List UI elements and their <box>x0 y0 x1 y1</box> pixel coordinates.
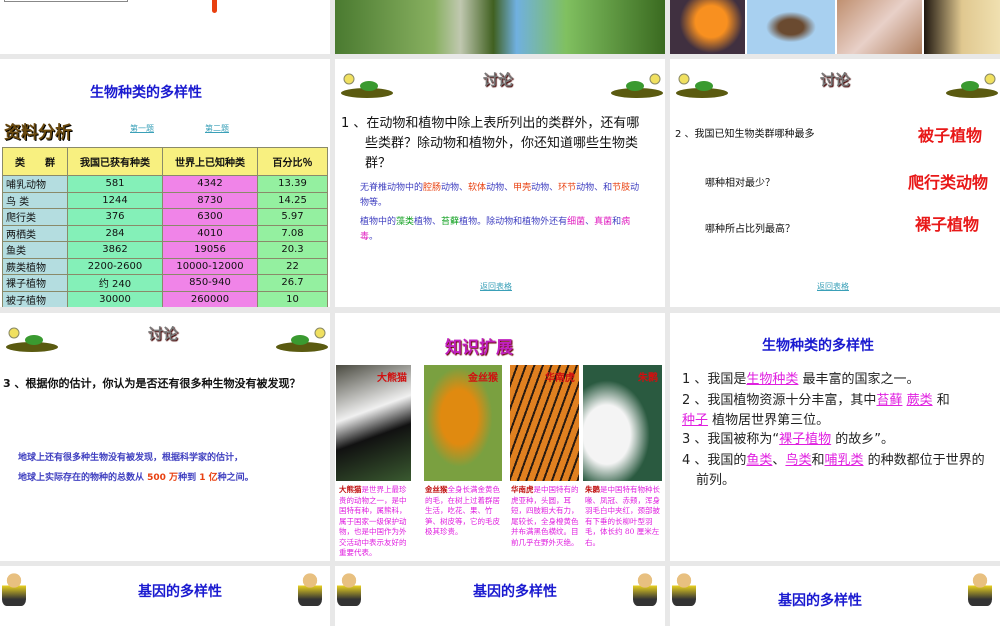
slide-thumbnail[interactable]: 知识扩展 大熊猫 金丝猴 华南虎 朱鹮 大熊猫是世界上最珍贵的动物之一，是中国特… <box>335 313 665 561</box>
animal-description: 朱鹮是中国特有物种长喙、凤冠、赤颊，浑身羽毛白中夹红，颈部披有下垂的长柳叶型羽毛… <box>585 485 660 547</box>
cartoon-cat-icon <box>968 572 992 606</box>
slide-title: 基因的多样性 <box>778 593 862 609</box>
animal-description: 大熊猫是世界上最珍贵的动物之一，是中国特有种，属熊科，属于国家一级保护动物，也是… <box>339 485 407 557</box>
animal-description: 金丝猴全身长满金黄色的毛，在树上过着群居生活，吃花、果、竹笋、树皮等，它的毛皮极… <box>425 485 500 536</box>
eagle-photo <box>747 0 835 54</box>
answer-text: 裸子植物 <box>915 215 980 234</box>
frog-lilypad-icon <box>611 73 663 98</box>
section-label: 资料分析 <box>4 123 72 143</box>
cartoon-cat-icon <box>337 572 361 606</box>
return-to-table-link[interactable]: 返回表格 <box>817 281 849 292</box>
answer-text: 被子植物 <box>918 126 983 145</box>
tiger-photo: 华南虎 <box>510 365 579 481</box>
table-row: 裸子植物约 240 850-940 26.7 <box>2 274 328 292</box>
panda-photo: 大熊猫 <box>336 365 411 481</box>
cartoon-cat-icon <box>672 572 696 606</box>
slide-thumbnail[interactable]: 基因的多样性 <box>335 566 665 626</box>
fill-in-line: 4 、我国的鱼类、鸟类和哺乳类 的种数都位于世界的前列。 <box>682 453 985 488</box>
answer-text: 地球上实际存在的物种的总数从 500 万种到 1 亿种之间。 <box>18 473 254 483</box>
return-to-table-link[interactable]: 返回表格 <box>480 281 512 292</box>
slide-title: 知识扩展 <box>445 338 513 358</box>
col-header: 我国已获有种类 <box>67 147 163 176</box>
ibis-photo: 朱鹮 <box>583 365 662 481</box>
col-header: 类 群 <box>2 147 68 176</box>
slide-thumbnail[interactable]: 讨论 1 、在动物和植物中除上表所列出的类群外，还有哪些类群？除动物和植物外，你… <box>335 59 665 307</box>
slide-thumbnail[interactable]: 讨论 3 、根据你的估计，你认为是否还有很多种生物没有被发现？ 地球上还有很多种… <box>0 313 330 561</box>
slide-thumbnail[interactable]: 生物种类的多样性 1 、我国是生物种类 最丰富的国家之一。 2 、我国植物资源十… <box>670 313 1000 561</box>
frog-lilypad-icon <box>341 73 393 98</box>
slide-thumbnail[interactable]: 讨论 2 、我国已知生物类群哪种最多 哪种相对最少？ 哪种所占比列最高？ 被子植… <box>670 59 1000 307</box>
slide-thumbnail[interactable] <box>335 0 665 54</box>
table-row: 两栖类 284 4010 7.08 <box>2 224 328 242</box>
question-text: 哪种所占比列最高？ <box>705 224 795 235</box>
cartoon-cat-icon <box>633 572 657 606</box>
mushroom-photo <box>837 0 922 54</box>
fill-in-line: 3 、我国被称为“裸子植物 的故乡”。 <box>682 432 895 447</box>
answer-text: 爬行类动物 <box>908 173 989 192</box>
species-table: 类 群我国已获有种类 世界上已知种类 百分比％ 哺乳动物 581 4342 13.39 鸟… <box>2 147 328 307</box>
slide-heading: 讨论 <box>148 325 179 343</box>
slide-thumbnail[interactable]: 基因的多样性 <box>670 566 1000 626</box>
table-row: 被子植物 30000 260000 10 <box>2 290 328 307</box>
slide-heading: 讨论 <box>820 71 851 89</box>
link-question-2[interactable]: 第二题 <box>205 123 229 134</box>
fill-in-line: 2 、我国植物资源十分丰富，其中苔藓 蕨类 和 种子 植物居世界第三位。 <box>682 393 950 428</box>
cartoon-cat-icon <box>298 572 322 606</box>
question-text: 1 、在动物和植物中除上表所列出的类群外，还有哪些类群？除动物和植物外，你还知道… <box>341 116 640 171</box>
answer-text: 植物中的藻类植物、苔藓植物。除动物和植物外还有细菌、真菌和病毒。 <box>360 217 631 242</box>
slide-thumbnail[interactable]: 基因的多样性 <box>0 566 330 626</box>
decoration <box>212 0 217 13</box>
frog-lilypad-icon <box>6 327 58 352</box>
answer-text: 地球上还有很多种生物没有被发现，根据科学家的估计， <box>18 453 244 463</box>
link-question-1[interactable]: 第一题 <box>130 123 154 134</box>
frog-lilypad-icon <box>946 73 998 98</box>
table-row: 爬行类 376 6300 5.97 <box>2 208 328 226</box>
slide-title: 生物种类的多样性 <box>90 85 202 101</box>
frog-lilypad-icon <box>676 73 728 98</box>
table-row: 鱼类 3862 19056 20.3 <box>2 241 328 259</box>
animal-description: 华南虎是中国特有的虎亚种，头圆，耳短，四肢粗大有力，尾较长，全身橙黄色并布满黑色… <box>511 485 579 547</box>
question-text: 2 、我国已知生物类群哪种最多 <box>675 129 815 140</box>
slide-title: 基因的多样性 <box>138 584 222 600</box>
slide-thumbnail[interactable] <box>670 0 1000 54</box>
slide-thumbnail[interactable]: 生物种类的多样性 资料分析 第一题 第二题 类 群我国已获有种类 世界上已知种类百… <box>0 59 330 307</box>
text-box <box>4 0 128 2</box>
question-text: 3 、根据你的估计，你认为是否还有很多种生物没有被发现？ <box>3 377 301 390</box>
slide-title: 生物种类的多样性 <box>762 338 874 354</box>
slide-thumbnail[interactable] <box>0 0 330 54</box>
question-text: 哪种相对最少？ <box>705 178 775 189</box>
goldfish-photo <box>670 0 745 54</box>
table-row: 蕨类植物 2200-2600 10000-12000 22 <box>2 257 328 275</box>
table-row: 哺乳动物 581 4342 13.39 <box>2 175 328 193</box>
animal-photo <box>924 0 1000 54</box>
col-header: 世界上已知种类 <box>162 147 258 176</box>
plants-photo <box>335 0 665 54</box>
golden-monkey-photo: 金丝猴 <box>424 365 502 481</box>
frog-lilypad-icon <box>276 327 328 352</box>
table-row: 鸟 类 1244 8730 14.25 <box>2 191 328 209</box>
col-header: 百分比％ <box>257 147 328 176</box>
slide-title: 基因的多样性 <box>473 584 557 600</box>
answer-text: 无脊椎动物中的腔肠动物、软体动物、甲壳动物、环节动物、和节肢动物等。 <box>360 183 640 208</box>
fill-in-line: 1 、我国是生物种类 最丰富的国家之一。 <box>682 372 920 387</box>
cartoon-cat-icon <box>2 572 26 606</box>
slide-heading: 讨论 <box>483 71 514 89</box>
